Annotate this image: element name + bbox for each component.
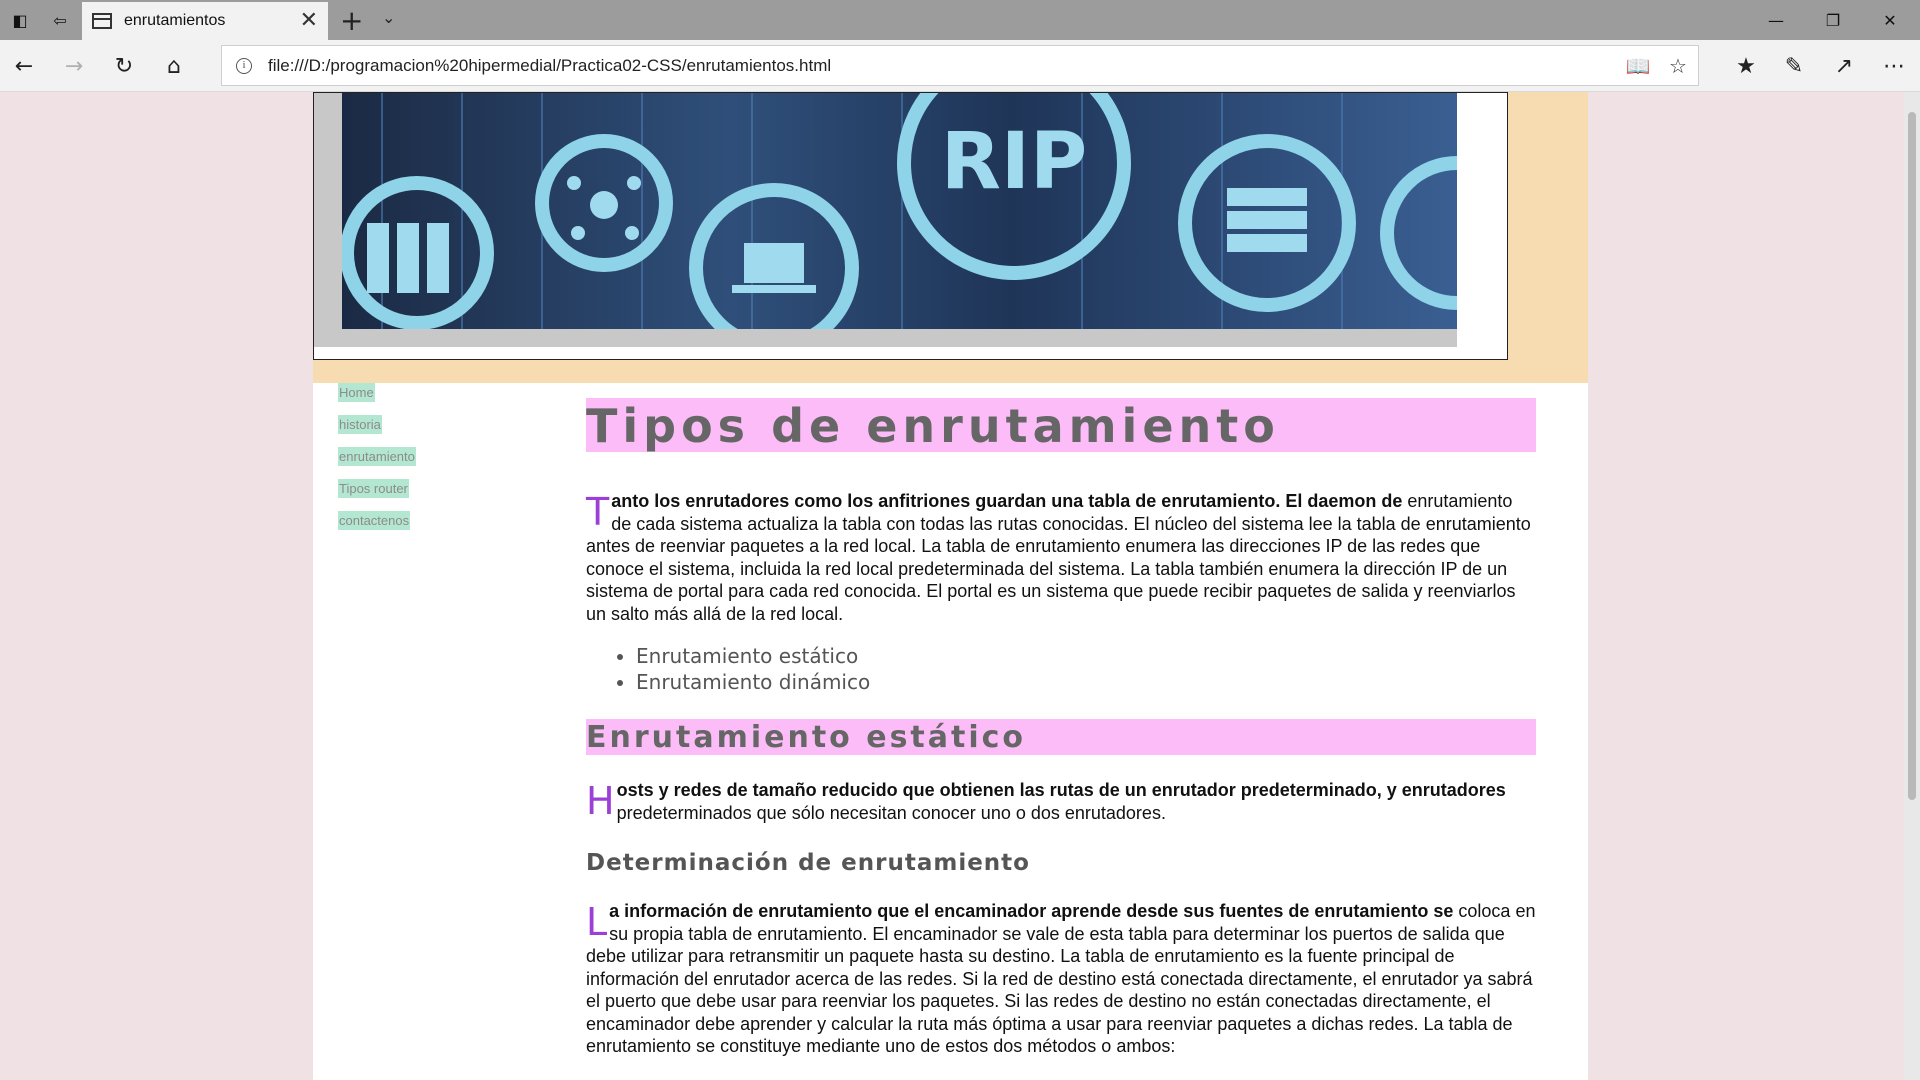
- drop-cap: H: [586, 779, 615, 823]
- navigation-toolbar: ← → ↻ ⌂ i file:///D:/programacion%20hipe…: [0, 40, 1920, 92]
- drop-cap: T: [586, 490, 610, 534]
- share-icon[interactable]: ↗: [1826, 50, 1862, 82]
- reading-view-icon[interactable]: 📖: [1618, 46, 1658, 86]
- static-paragraph: H osts y redes de tamaño reducido que ob…: [586, 779, 1536, 824]
- paragraph-lead: a información de enrutamiento que el enc…: [609, 901, 1454, 921]
- paragraph-body: coloca en su propia tabla de enrutamient…: [586, 901, 1536, 1056]
- title-bar: ◧ ⇦ enrutamientos ✕ + ⌄ — ❐ ✕: [0, 0, 1920, 40]
- list-item: Enrutamiento dinámico: [636, 669, 1536, 695]
- forward-icon[interactable]: →: [58, 50, 90, 82]
- page-scrollbar[interactable]: [1904, 92, 1920, 1080]
- main-content: Tipos de enrutamiento T anto los enrutad…: [586, 398, 1536, 1058]
- restore-icon[interactable]: ❐: [1805, 0, 1861, 40]
- more-menu-icon[interactable]: ⋯: [1876, 50, 1912, 82]
- nav-link-historia[interactable]: historia: [338, 415, 382, 434]
- web-note-pen-icon[interactable]: ✎: [1776, 50, 1812, 82]
- tab-actions-icon[interactable]: ◧: [6, 8, 34, 32]
- paragraph-lead: osts y redes de tamaño reducido que obti…: [616, 780, 1506, 800]
- routing-types-list: Enrutamiento estático Enrutamiento dinám…: [636, 643, 1536, 695]
- list-item: Enrutamiento estático: [636, 643, 1536, 669]
- minimize-icon[interactable]: —: [1748, 0, 1804, 40]
- address-bar[interactable]: i file:///D:/programacion%20hipermedial/…: [221, 45, 1699, 86]
- new-tab-icon[interactable]: +: [340, 4, 363, 37]
- nav-link-contactenos[interactable]: contactenos: [338, 511, 411, 530]
- nav-link-tipos-router[interactable]: Tipos router: [338, 479, 409, 498]
- paragraph-lead: anto los enrutadores como los anfitrione…: [611, 491, 1403, 511]
- favorite-star-icon[interactable]: ☆: [1658, 46, 1698, 86]
- browser-tab[interactable]: enrutamientos ✕: [82, 2, 328, 40]
- section-heading-determination: Determinación de enrutamiento: [586, 850, 1030, 876]
- section-heading-static: Enrutamiento estático: [586, 719, 1536, 755]
- favorites-hub-icon[interactable]: ★: [1728, 50, 1764, 82]
- rip-banner-image: RIP: [342, 93, 1457, 329]
- nav-link-enrutamiento[interactable]: enrutamiento: [338, 447, 416, 466]
- nav-link-home[interactable]: Home: [338, 383, 375, 402]
- banner-logo-text: RIP: [941, 117, 1087, 207]
- back-icon[interactable]: ←: [8, 50, 40, 82]
- drop-cap: L: [586, 900, 608, 944]
- intro-paragraph: T anto los enrutadores como los anfitrio…: [586, 490, 1536, 625]
- close-window-icon[interactable]: ✕: [1862, 0, 1918, 40]
- tab-list-chevron-icon[interactable]: ⌄: [382, 8, 395, 27]
- url-text[interactable]: file:///D:/programacion%20hipermedial/Pr…: [268, 56, 1618, 76]
- side-navigation: Home historia enrutamiento Tipos router …: [338, 382, 538, 542]
- page-title: Tipos de enrutamiento: [586, 398, 1536, 453]
- refresh-icon[interactable]: ↻: [108, 50, 140, 82]
- page-header: RIP: [313, 92, 1588, 383]
- scrollbar-thumb[interactable]: [1908, 112, 1916, 800]
- determination-paragraph: L a información de enrutamiento que el e…: [586, 900, 1536, 1058]
- close-tab-icon[interactable]: ✕: [300, 10, 318, 32]
- tab-title: enrutamientos: [124, 12, 226, 29]
- banner-frame: RIP: [313, 92, 1508, 360]
- home-icon[interactable]: ⌂: [158, 50, 190, 82]
- paragraph-body: predeterminados que sólo necesitan conoc…: [616, 802, 1166, 823]
- set-aside-tabs-icon[interactable]: ⇦: [46, 8, 74, 32]
- web-page: RIP Home historia enrutamiento Tipos rou…: [313, 92, 1588, 1080]
- page-icon: [92, 13, 112, 29]
- site-info-icon[interactable]: i: [236, 57, 252, 74]
